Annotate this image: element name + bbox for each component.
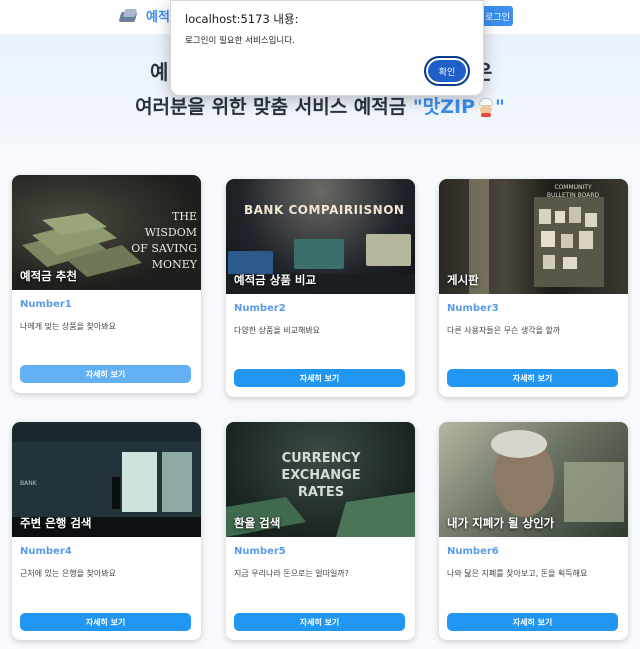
card-image: CURRENCY EXCHANGE RATES 환율 검색 <box>226 422 415 537</box>
details-button[interactable]: 자세히 보기 <box>234 613 405 631</box>
details-button[interactable]: 자세히 보기 <box>447 369 618 387</box>
card-image-title: 예적금 상품 비교 <box>234 273 317 287</box>
dialog-message: 로그인이 필요한 서비스입니다. <box>185 36 295 46</box>
card-description: 다른 사용자들은 무슨 생각을 할까 <box>447 326 561 335</box>
brand-name: 예적 <box>146 10 170 25</box>
money-logo-icon <box>118 8 140 24</box>
card-exchange-rate: CURRENCY EXCHANGE RATES 환율 검색 Number5 지금… <box>226 422 415 640</box>
card-banknote-lookalike: 내가 지폐가 될 상인가 Number6 나와 닮은 지폐를 찾아보고, 돈을 … <box>439 422 628 640</box>
card-image-caption: BANK <box>20 480 37 487</box>
card-number: Number6 <box>447 546 499 557</box>
card-description: 다양한 상품을 비교해봐요 <box>234 326 321 335</box>
card-image-caption: COMMUNITY BULLETIN BOARD <box>546 184 600 199</box>
hero-accent-close: " <box>495 96 505 118</box>
card-number: Number4 <box>20 546 72 557</box>
card-image-caption: CURRENCY EXCHANGE RATES <box>281 451 361 500</box>
card-number: Number1 <box>20 299 72 310</box>
hero-line2: 여러분을 위한 맞춤 서비스 예적금 "맛ZIP " <box>0 92 640 119</box>
hero-line1-prefix: 예 <box>150 60 169 84</box>
card-image-title: 주변 은행 검색 <box>20 516 92 530</box>
card-image: BANK COMPAIRIISNON 예적금 상품 비교 <box>226 179 415 294</box>
chef-emoji-icon <box>477 97 495 118</box>
card-image-caption-text: THE WISDOM OF SAVING MONEY <box>131 210 197 271</box>
hero-line2-prefix: 여러분을 위한 맞춤 서비스 예적금 <box>135 96 413 118</box>
dialog-ok-button[interactable]: 확인 <box>424 56 470 86</box>
brand[interactable]: 예적 <box>118 6 170 25</box>
card-image: THE WISDOM OF SAVING MONEY 예적금 추천 <box>12 175 201 290</box>
alert-dialog: localhost:5173 내용: 로그인이 필요한 서비스입니다. 확인 <box>170 0 484 96</box>
details-button[interactable]: 자세히 보기 <box>20 365 191 383</box>
card-number: Number2 <box>234 303 286 314</box>
card-image: BANK 주변 은행 검색 <box>12 422 201 537</box>
card-description: 근처에 있는 은행을 찾아봐요 <box>20 569 116 578</box>
details-button[interactable]: 자세히 보기 <box>447 613 618 631</box>
details-button[interactable]: 자세히 보기 <box>20 613 191 631</box>
card-description: 지금 우리나라 돈으로는 얼마일까? <box>234 569 349 578</box>
card-image-title: 환율 검색 <box>234 516 281 530</box>
card-nearby-bank: BANK 주변 은행 검색 Number4 근처에 있는 은행을 찾아봐요 자세… <box>12 422 201 640</box>
card-bulletin-board: COMMUNITY BULLETIN BOARD 게시판 Number3 다른 … <box>439 179 628 397</box>
card-image: COMMUNITY BULLETIN BOARD 게시판 <box>439 179 628 294</box>
card-number: Number5 <box>234 546 286 557</box>
card-number: Number3 <box>447 303 499 314</box>
hero-accent: "맛ZIP <box>412 96 476 118</box>
card-product-compare: BANK COMPAIRIISNON 예적금 상품 비교 Number2 다양한… <box>226 179 415 397</box>
card-description: 나에게 맞는 상품을 찾아봐요 <box>20 322 116 331</box>
card-image-title: 내가 지폐가 될 상인가 <box>447 516 555 530</box>
card-image-title: 게시판 <box>447 273 479 287</box>
card-image: 내가 지폐가 될 상인가 <box>439 422 628 537</box>
card-description: 나와 닮은 지폐를 찾아보고, 돈을 획득해요 <box>447 569 588 578</box>
card-deposit-recommend: THE WISDOM OF SAVING MONEY 예적금 추천 Number… <box>12 175 201 393</box>
details-button[interactable]: 자세히 보기 <box>234 369 405 387</box>
card-image-caption: THE WISDOM OF SAVING MONEY <box>127 209 197 273</box>
card-image-title: 예적금 추천 <box>20 269 77 283</box>
dialog-title: localhost:5173 내용: <box>185 12 299 26</box>
